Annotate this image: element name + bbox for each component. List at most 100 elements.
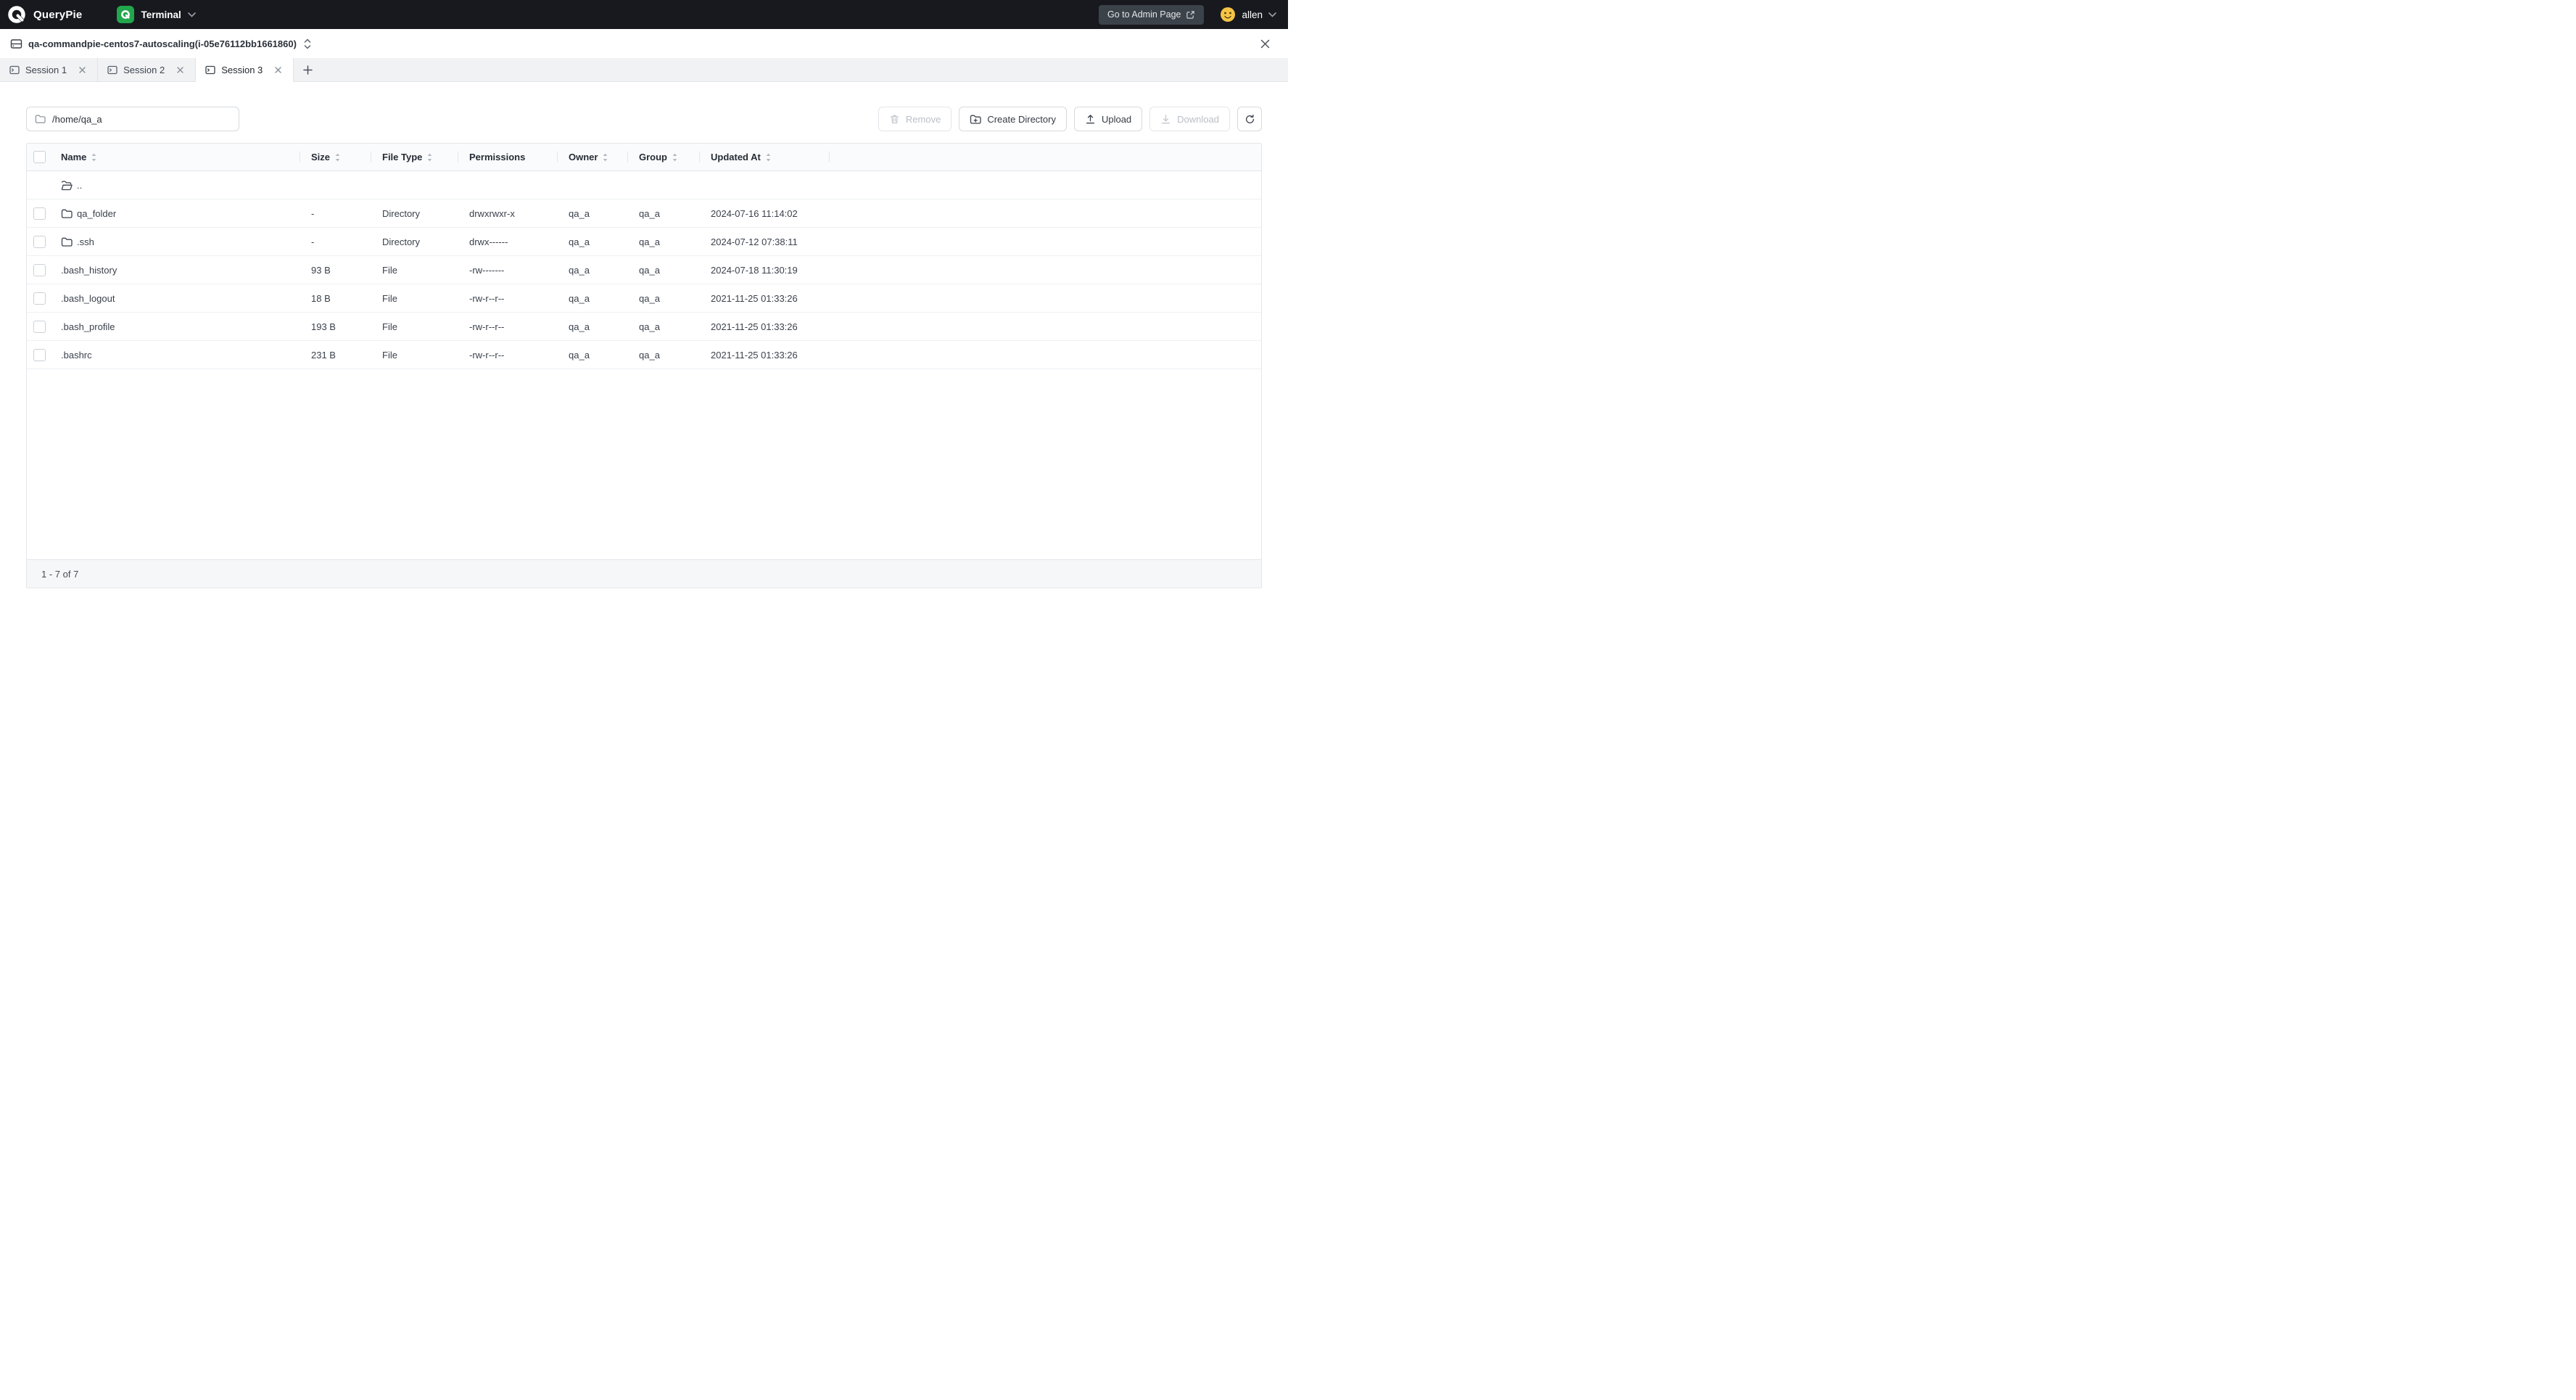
table-empty-space	[27, 369, 1261, 559]
file-owner: qa_a	[558, 321, 628, 332]
avatar	[1220, 7, 1236, 22]
tab-label: Session 2	[123, 65, 165, 75]
file-updated-at: 2024-07-16 11:14:02	[700, 208, 830, 219]
upload-icon	[1085, 114, 1096, 125]
tab-close-icon[interactable]	[77, 65, 88, 75]
sort-icon[interactable]	[672, 153, 677, 162]
column-header-file-type[interactable]: File Type	[371, 144, 458, 170]
column-header-permissions: Permissions	[458, 144, 558, 170]
tab-session-3[interactable]: Session 3	[196, 58, 294, 82]
refresh-button[interactable]	[1237, 107, 1262, 131]
column-header-size[interactable]: Size	[300, 144, 371, 170]
file-group: qa_a	[628, 265, 700, 276]
file-permissions: -rw-r--r--	[458, 293, 558, 304]
file-name: .ssh	[77, 236, 94, 247]
row-checkbox[interactable]	[33, 236, 46, 248]
column-header-group[interactable]: Group	[628, 144, 700, 170]
path-input[interactable]	[52, 114, 231, 125]
file-size: 193 B	[300, 321, 371, 332]
file-size: 231 B	[300, 350, 371, 361]
add-session-icon[interactable]	[294, 58, 321, 82]
trash-icon	[889, 114, 900, 125]
upload-button[interactable]: Upload	[1074, 107, 1142, 131]
remove-button[interactable]: Remove	[878, 107, 951, 131]
file-group: qa_a	[628, 208, 700, 219]
session-icon	[107, 65, 117, 75]
row-checkbox[interactable]	[33, 349, 46, 361]
file-name: qa_folder	[77, 208, 116, 219]
file-size: -	[300, 236, 371, 247]
server-bar: qa-commandpie-centos7-autoscaling(i-05e7…	[0, 29, 1288, 58]
upload-label: Upload	[1102, 114, 1131, 125]
parent-directory-label: ..	[77, 180, 82, 191]
folder-icon	[35, 114, 46, 124]
sort-icon[interactable]	[603, 153, 608, 162]
sort-icon[interactable]	[766, 153, 771, 162]
server-switch-caret-icon[interactable]	[302, 37, 313, 51]
tab-close-icon[interactable]	[175, 65, 186, 75]
download-label: Download	[1177, 114, 1219, 125]
file-permissions: -rw-r--r--	[458, 350, 558, 361]
folder-icon	[61, 236, 73, 247]
brand-name: QueryPie	[33, 9, 82, 21]
tab-close-icon[interactable]	[273, 65, 284, 75]
app-selector[interactable]: Terminal	[117, 6, 195, 23]
download-button[interactable]: Download	[1149, 107, 1230, 131]
table-row[interactable]: .bash_profile 193 B File -rw-r--r-- qa_a…	[27, 313, 1261, 341]
user-name: allen	[1242, 9, 1263, 20]
chevron-down-icon	[188, 12, 196, 17]
file-owner: qa_a	[558, 236, 628, 247]
row-checkbox[interactable]	[33, 264, 46, 276]
file-size: 93 B	[300, 265, 371, 276]
session-icon	[205, 65, 215, 75]
session-tab-bar: Session 1 Session 2 Session 3	[0, 58, 1288, 82]
file-type: File	[371, 265, 458, 276]
user-menu[interactable]: allen	[1220, 7, 1276, 22]
sort-icon[interactable]	[335, 153, 340, 162]
file-name: .bash_profile	[61, 321, 115, 332]
file-owner: qa_a	[558, 350, 628, 361]
folder-open-icon	[61, 180, 73, 191]
column-header-owner[interactable]: Owner	[558, 144, 628, 170]
download-icon	[1160, 114, 1171, 125]
tab-label: Session 1	[25, 65, 67, 75]
file-permissions: drwxrwxr-x	[458, 208, 558, 219]
file-owner: qa_a	[558, 293, 628, 304]
file-table: Name Size File Type Permissions Owner Gr…	[26, 143, 1262, 588]
column-header-updated-at[interactable]: Updated At	[700, 144, 830, 170]
file-type: Directory	[371, 208, 458, 219]
parent-directory-row[interactable]: ..	[27, 171, 1261, 199]
file-owner: qa_a	[558, 265, 628, 276]
row-checkbox[interactable]	[33, 321, 46, 333]
file-permissions: -rw-------	[458, 265, 558, 276]
create-directory-button[interactable]: Create Directory	[959, 107, 1067, 131]
folder-icon	[61, 208, 73, 219]
table-row[interactable]: .bashrc 231 B File -rw-r--r-- qa_a qa_a …	[27, 341, 1261, 369]
file-updated-at: 2024-07-12 07:38:11	[700, 236, 830, 247]
select-all-checkbox[interactable]	[33, 151, 46, 163]
tab-session-2[interactable]: Session 2	[98, 58, 196, 82]
file-size: 18 B	[300, 293, 371, 304]
file-name: .bash_history	[61, 265, 117, 276]
file-permissions: drwx------	[458, 236, 558, 247]
column-header-name[interactable]: Name	[50, 144, 300, 170]
file-type: File	[371, 293, 458, 304]
go-to-admin-page-button[interactable]: Go to Admin Page	[1099, 5, 1204, 25]
table-row[interactable]: .bash_logout 18 B File -rw-r--r-- qa_a q…	[27, 284, 1261, 313]
session-icon	[9, 65, 20, 75]
row-checkbox[interactable]	[33, 292, 46, 305]
row-checkbox[interactable]	[33, 207, 46, 220]
table-row[interactable]: qa_folder - Directory drwxrwxr-x qa_a qa…	[27, 199, 1261, 228]
file-type: File	[371, 350, 458, 361]
tab-session-1[interactable]: Session 1	[0, 58, 98, 82]
brand: QueryPie	[7, 5, 82, 24]
server-title: qa-commandpie-centos7-autoscaling(i-05e7…	[28, 38, 297, 49]
sort-icon[interactable]	[91, 153, 96, 162]
close-connection-icon[interactable]	[1258, 37, 1272, 51]
table-row[interactable]: .bash_history 93 B File -rw------- qa_a …	[27, 256, 1261, 284]
table-row[interactable]: .ssh - Directory drwx------ qa_a qa_a 20…	[27, 228, 1261, 256]
sort-icon[interactable]	[427, 153, 432, 162]
remove-label: Remove	[906, 114, 941, 125]
file-toolbar: Remove Create Directory	[26, 107, 1262, 131]
path-input-box	[26, 107, 239, 131]
